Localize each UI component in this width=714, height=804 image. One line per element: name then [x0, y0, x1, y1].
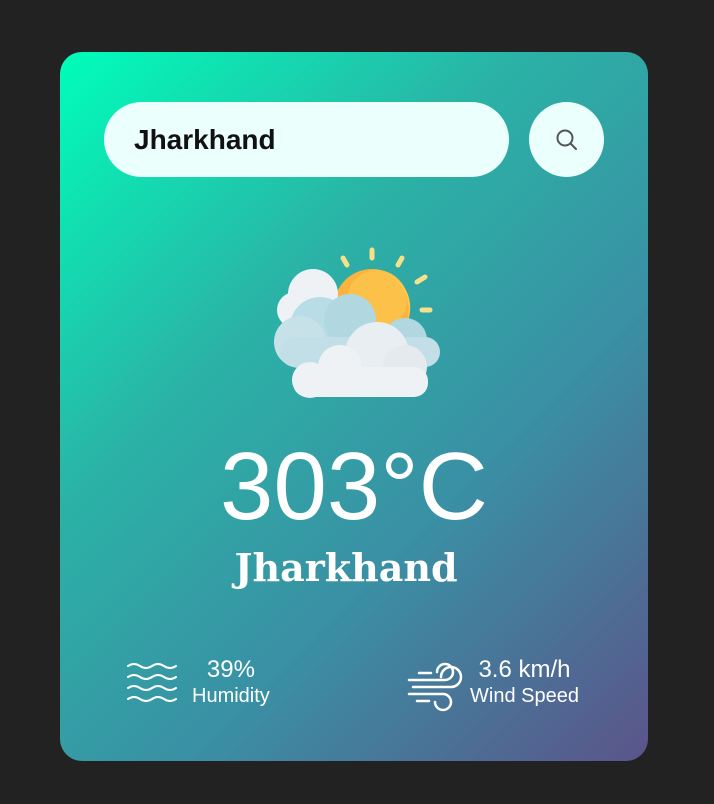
- wind-value: 3.6 km/h: [478, 656, 571, 683]
- humidity-value: 39%: [206, 656, 255, 683]
- partly-cloudy-sun-icon: [274, 247, 440, 398]
- wind-icon: [407, 662, 463, 712]
- humidity-waves-icon: [127, 663, 177, 702]
- search-icon: [556, 129, 577, 150]
- search-button[interactable]: [529, 102, 604, 177]
- temperature: 303°C: [220, 433, 488, 540]
- search-input[interactable]: [104, 102, 509, 177]
- weather-card: 303°C Jharkhand 39% Humidity: [60, 52, 648, 761]
- city-name: Jharkhand: [234, 545, 458, 590]
- humidity-label: Humidity: [192, 685, 270, 707]
- wind-label: Wind Speed: [470, 685, 579, 707]
